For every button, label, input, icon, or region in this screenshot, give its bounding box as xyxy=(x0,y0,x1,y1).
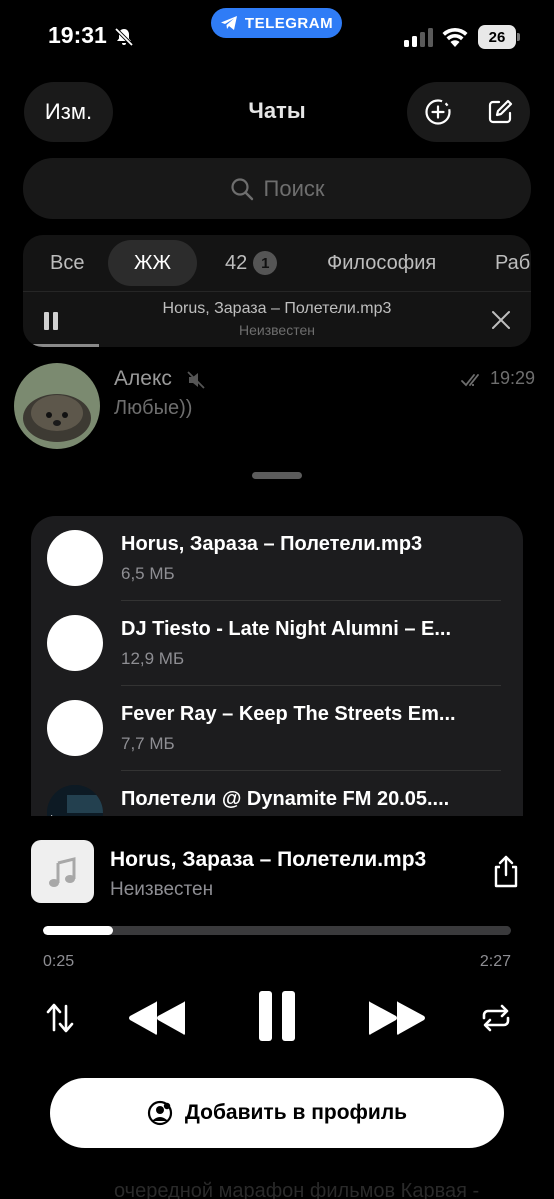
app-pill-label: TELEGRAM xyxy=(244,14,334,32)
read-checks-icon xyxy=(461,374,479,387)
mini-player-subtitle: Неизвестен xyxy=(239,322,315,338)
track-title: Fever Ray – Keep The Streets Em... xyxy=(121,703,456,725)
tab-label: Философия xyxy=(327,251,437,274)
tab-label: Раб xyxy=(495,251,531,274)
search-icon xyxy=(230,177,253,200)
fast-forward-icon xyxy=(369,1001,425,1035)
previous-track-button[interactable] xyxy=(124,994,190,1042)
add-to-profile-label: Добавить в профиль xyxy=(184,1101,408,1124)
mini-player[interactable]: Horus, Зараза – Полетели.mp3 Неизвестен xyxy=(23,291,531,347)
total-time: 2:27 xyxy=(479,953,511,970)
now-playing-title: Horus, Зараза – Полетели.mp3 xyxy=(110,848,427,871)
tab-philosophy[interactable]: Философия xyxy=(327,235,436,291)
battery-indicator: 26 xyxy=(478,25,520,49)
repeat-icon xyxy=(482,1004,510,1032)
now-playing-artwork xyxy=(31,840,94,903)
cellular-signal-icon xyxy=(404,28,433,47)
playback-progress xyxy=(43,926,114,935)
now-playing-artist: Неизвестен xyxy=(110,879,214,900)
folder-tabs: Все ЖЖ 42 1 Философия Раб xyxy=(23,235,531,291)
chat-name: Алекс xyxy=(114,367,172,390)
search-placeholder: Поиск xyxy=(263,175,325,201)
track-artwork xyxy=(47,615,103,671)
playback-scrubber[interactable] xyxy=(43,926,511,935)
add-to-profile-button[interactable]: Добавить в профиль xyxy=(50,1078,504,1148)
avatar xyxy=(14,363,100,449)
telegram-return-pill[interactable]: TELEGRAM xyxy=(211,8,342,38)
rewind-icon xyxy=(129,1001,185,1035)
music-note-icon xyxy=(48,856,75,887)
muted-speaker-icon xyxy=(187,371,205,389)
mini-player-progress xyxy=(23,344,99,347)
tab-work[interactable]: Раб xyxy=(495,235,530,291)
unread-badge: 1 xyxy=(253,251,278,275)
tab-label: Все xyxy=(50,251,85,274)
track-artwork xyxy=(47,700,103,756)
new-story-button[interactable] xyxy=(407,82,468,142)
tab-42[interactable]: 42 1 xyxy=(225,235,278,291)
order-button[interactable] xyxy=(40,998,80,1038)
tab-label: ЖЖ xyxy=(134,251,171,274)
add-circle-dashed-icon xyxy=(424,99,451,125)
list-item[interactable]: DJ Tiesto - Late Night Alumni – E... 12,… xyxy=(31,601,523,686)
playlist[interactable]: Horus, Зараза – Полетели.mp3 6,5 МБ DJ T… xyxy=(31,516,523,816)
bell-muted-icon xyxy=(114,27,134,47)
pause-button[interactable] xyxy=(252,986,302,1046)
chat-row[interactable]: Алекс 19:29 Любые)) xyxy=(0,360,554,460)
share-icon[interactable] xyxy=(490,855,522,889)
reorder-arrows-icon xyxy=(46,1003,74,1033)
track-title: Horus, Зараза – Полетели.mp3 xyxy=(121,533,423,555)
track-title: Полетели @ Dynamite FM 20.05.... xyxy=(121,788,450,810)
elapsed-time: 0:25 xyxy=(43,953,75,970)
music-player-sheet: Horus, Зараза – Полетели.mp3 6,5 МБ DJ T… xyxy=(0,458,554,1199)
track-artwork xyxy=(47,530,103,586)
track-title: DJ Tiesto - Late Night Alumni – E... xyxy=(121,618,452,640)
list-item[interactable]: Fever Ray – Keep The Streets Em... 7,7 М… xyxy=(31,686,523,771)
track-size: 12,9 МБ xyxy=(121,649,185,668)
list-item[interactable]: Horus, Зараза – Полетели.mp3 6,5 МБ xyxy=(31,516,523,601)
chat-time: 19:29 xyxy=(490,368,536,388)
close-icon[interactable] xyxy=(491,310,511,330)
compose-icon xyxy=(488,99,512,124)
tab-zhzh[interactable]: ЖЖ xyxy=(108,240,197,286)
repeat-button[interactable] xyxy=(476,998,516,1038)
background-chat-preview: очередной марафон фильмов Карвая - xyxy=(114,1180,480,1199)
status-bar: 19:31 TELEGRAM 26 xyxy=(0,0,554,72)
chat-preview: Любые)) xyxy=(114,397,193,419)
telegram-plane-icon xyxy=(220,16,237,30)
next-track-button[interactable] xyxy=(364,994,430,1042)
header-actions xyxy=(407,82,530,142)
wifi-icon xyxy=(442,27,468,47)
search-field[interactable]: Поиск xyxy=(23,158,531,219)
status-time: 19:31 xyxy=(48,22,107,48)
track-size: 7,7 МБ xyxy=(121,734,175,753)
sheet-grabber[interactable] xyxy=(252,472,302,479)
list-item[interactable]: Полетели @ Dynamite FM 20.05.... xyxy=(31,771,523,816)
tab-all[interactable]: Все xyxy=(50,235,84,291)
tab-label: 42 xyxy=(225,251,248,274)
profile-music-icon xyxy=(147,1100,173,1126)
mini-player-title: Horus, Зараза – Полетели.mp3 xyxy=(162,300,392,317)
track-artwork xyxy=(47,785,103,816)
filter-card: Все ЖЖ 42 1 Философия Раб Horus, Зараза … xyxy=(23,235,531,347)
pause-icon xyxy=(259,991,295,1041)
compose-button[interactable] xyxy=(469,82,530,142)
track-size: 6,5 МБ xyxy=(121,564,175,583)
